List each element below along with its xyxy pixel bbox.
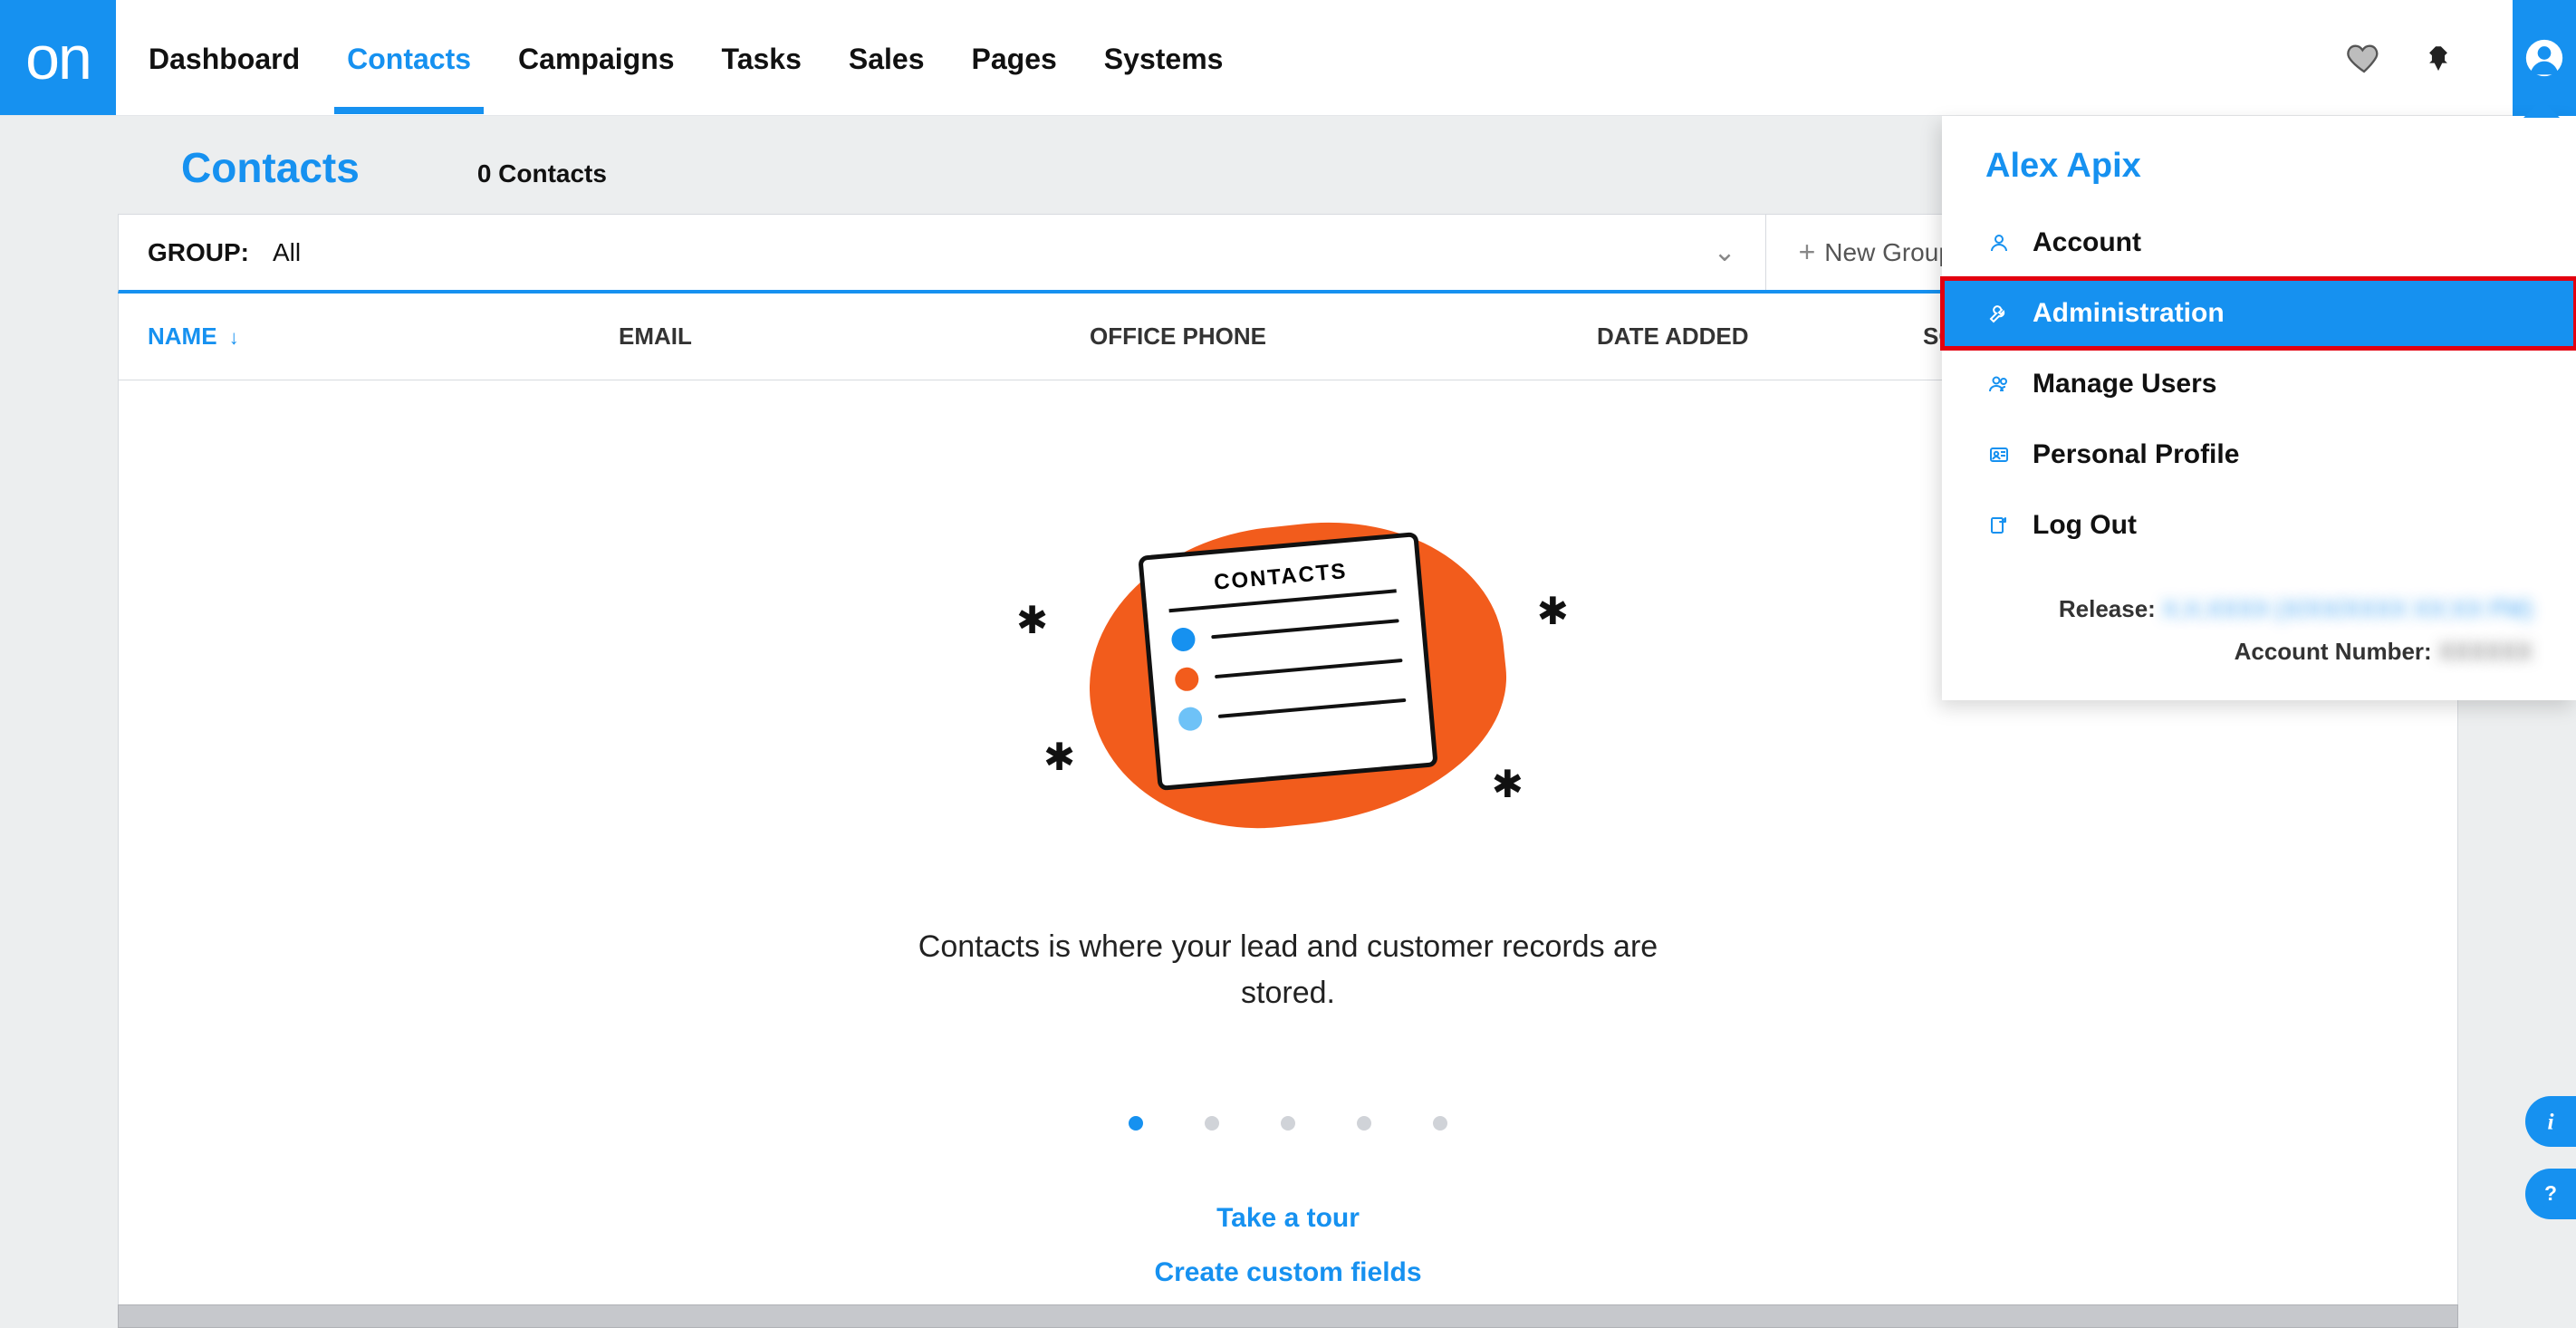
empty-illustration: ✱ ✱ ✱ ✱ CONTACTS (998, 489, 1578, 833)
group-filter: GROUP: All ⌄ (119, 215, 1766, 290)
new-group-label: New Group (1824, 238, 1953, 267)
user-menu-trigger[interactable] (2513, 0, 2576, 116)
sparkle-icon: ✱ (1492, 762, 1523, 806)
page-title: Contacts (181, 143, 360, 192)
menu-item-label: Account (2033, 227, 2141, 258)
account-number-label: Account Number: (2235, 638, 2432, 665)
dot-icon (1174, 667, 1199, 692)
empty-links: Take a tour Create custom fields (1154, 1203, 1421, 1288)
nav-tasks[interactable]: Tasks (722, 3, 802, 112)
menu-manage-users[interactable]: Manage Users (1942, 349, 2576, 419)
chevron-down-icon: ⌄ (1713, 236, 1735, 268)
menu-administration[interactable]: Administration (1942, 278, 2576, 349)
nav-pages[interactable]: Pages (972, 3, 1057, 112)
nav-dashboard[interactable]: Dashboard (149, 3, 300, 112)
svg-text:i: i (2547, 1109, 2553, 1135)
topbar: on Dashboard Contacts Campaigns Tasks Sa… (0, 0, 2576, 116)
users-icon (1985, 373, 2013, 395)
favorites-icon[interactable] (2346, 40, 2382, 76)
release-value: X.X.XXXX (X/XX/XXXX XX:XX PM) (2162, 595, 2533, 622)
svg-text:?: ? (2544, 1181, 2557, 1205)
user-menu-footer: Release: X.X.XXXX (X/XX/XXXX XX:XX PM) A… (1942, 561, 2576, 673)
line-icon (1218, 698, 1407, 718)
group-value: All (273, 238, 301, 267)
menu-item-label: Personal Profile (2033, 439, 2239, 470)
contact-count: 0 Contacts (477, 159, 607, 188)
dot-icon (1170, 627, 1196, 652)
user-menu-username: Alex Apix (1942, 116, 2576, 207)
sort-down-icon: ↓ (229, 326, 239, 349)
take-tour-link[interactable]: Take a tour (1216, 1203, 1360, 1234)
help-float-button[interactable]: ? (2525, 1169, 2576, 1219)
menu-item-label: Manage Users (2033, 369, 2216, 399)
col-email[interactable]: EMAIL (619, 322, 1090, 351)
carousel-dots (1129, 1116, 1447, 1131)
horizontal-scrollbar[interactable] (118, 1304, 2458, 1328)
nav-systems[interactable]: Systems (1104, 3, 1224, 112)
menu-item-label: Log Out (2033, 510, 2137, 541)
carousel-dot-4[interactable] (1357, 1116, 1371, 1131)
carousel-dot-1[interactable] (1129, 1116, 1143, 1131)
menu-caret-icon (2523, 100, 2560, 118)
user-menu: Alex Apix Account Administration Manage … (1942, 116, 2576, 700)
wrench-icon (1985, 303, 2013, 324)
create-custom-fields-link[interactable]: Create custom fields (1154, 1257, 1421, 1288)
carousel-dot-2[interactable] (1205, 1116, 1219, 1131)
logo[interactable]: on (0, 0, 116, 115)
group-select[interactable]: All ⌄ (273, 236, 1736, 268)
menu-log-out[interactable]: Log Out (1942, 490, 2576, 561)
nav-contacts[interactable]: Contacts (347, 3, 471, 112)
dot-icon (1177, 707, 1203, 732)
group-label: GROUP: (148, 238, 249, 267)
person-icon (1985, 232, 2013, 254)
info-float-button[interactable]: i (2525, 1096, 2576, 1147)
contacts-card-illustration: CONTACTS (1138, 532, 1437, 791)
card-title: CONTACTS (1166, 554, 1397, 612)
release-label: Release: (2059, 595, 2156, 622)
id-card-icon (1985, 444, 2013, 466)
col-name[interactable]: NAME ↓ (148, 322, 619, 351)
external-link-icon (1985, 515, 2013, 536)
col-date-added[interactable]: DATE ADDED (1597, 322, 1923, 351)
menu-personal-profile[interactable]: Personal Profile (1942, 419, 2576, 490)
sparkle-icon: ✱ (1016, 598, 1048, 642)
account-number-value: XXXXXX (2438, 638, 2533, 665)
col-office-phone[interactable]: OFFICE PHONE (1090, 322, 1597, 351)
carousel-dot-5[interactable] (1433, 1116, 1447, 1131)
line-icon (1215, 659, 1403, 678)
plus-icon: + (1799, 236, 1816, 269)
menu-account[interactable]: Account (1942, 207, 2576, 278)
nav-items: Dashboard Contacts Campaigns Tasks Sales… (116, 0, 1223, 115)
sparkle-icon: ✱ (1537, 589, 1569, 633)
nav-campaigns[interactable]: Campaigns (518, 3, 674, 112)
topbar-right (2346, 0, 2576, 115)
sparkle-icon: ✱ (1043, 735, 1075, 779)
carousel-dot-3[interactable] (1281, 1116, 1295, 1131)
empty-message: Contacts is where your lead and customer… (880, 924, 1696, 1016)
logo-text: on (25, 23, 91, 93)
menu-item-label: Administration (2033, 298, 2225, 329)
nav-sales[interactable]: Sales (849, 3, 925, 112)
line-icon (1211, 619, 1399, 639)
pin-icon[interactable] (2420, 40, 2456, 76)
